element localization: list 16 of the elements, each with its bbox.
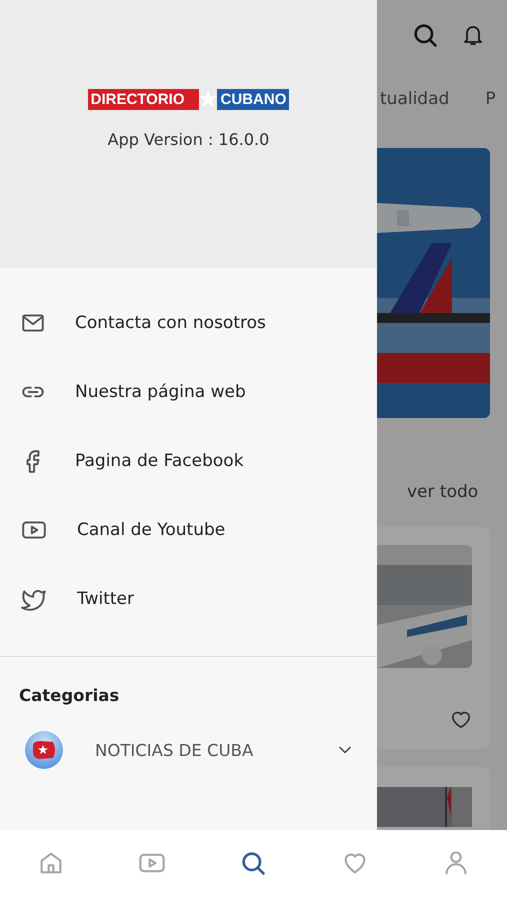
section-title: Categorias — [18, 685, 120, 705]
flag-icon — [25, 731, 63, 769]
menu-item[interactable]: Contacta con nosotros — [75, 312, 266, 332]
see-all-link[interactable]: ver todo — [407, 482, 478, 502]
menu-item[interactable]: Nuestra página web — [75, 382, 246, 402]
heart-icon[interactable] — [450, 709, 472, 729]
logo-drawing: DIRECTORIO CUBANO — [88, 89, 290, 110]
category-tab[interactable]: tualidad — [380, 89, 450, 109]
news-card[interactable] — [377, 527, 490, 749]
category-item[interactable]: NOTICIAS DE CUBA — [95, 740, 335, 760]
category-tab[interactable]: P — [485, 89, 496, 109]
menu-item[interactable]: Pagina de Facebook — [75, 450, 244, 470]
menu-item[interactable]: Canal de Youtube — [77, 520, 226, 540]
app-version: App Version : 16.0.0 — [108, 130, 270, 149]
menu-item[interactable]: Twitter — [77, 588, 134, 608]
news-card[interactable] — [377, 767, 490, 830]
